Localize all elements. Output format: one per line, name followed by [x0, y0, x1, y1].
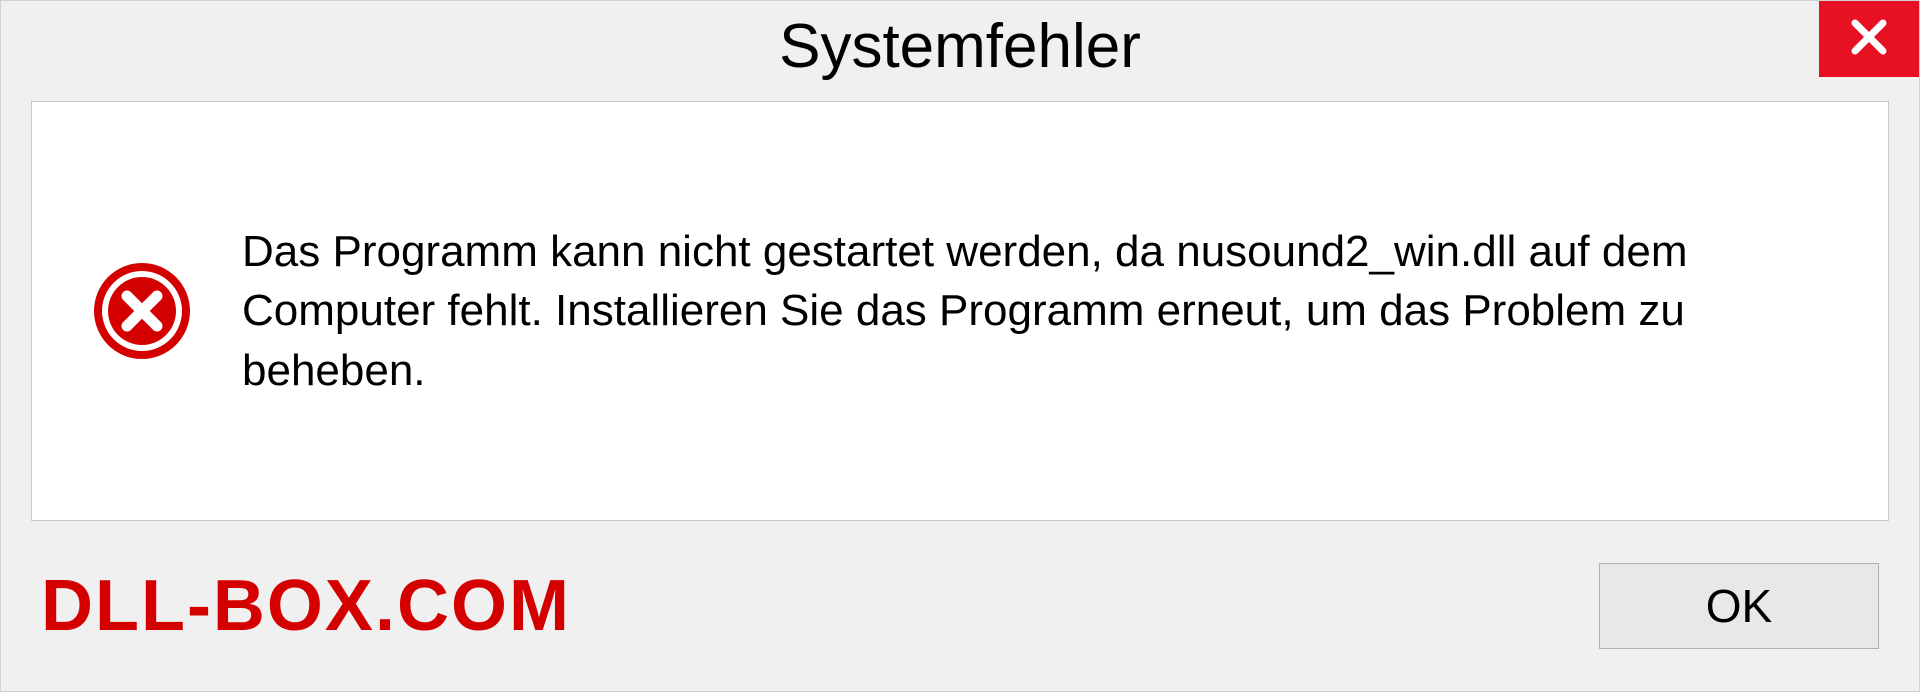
content-box: Das Programm kann nicht gestartet werden…: [31, 101, 1889, 521]
ok-button-label: OK: [1706, 579, 1772, 633]
titlebar: Systemfehler: [1, 1, 1919, 91]
dialog-title: Systemfehler: [779, 11, 1141, 82]
error-icon: [92, 261, 192, 361]
watermark-text: DLL-BOX.COM: [41, 565, 571, 647]
error-message: Das Programm kann nicht gestartet werden…: [242, 222, 1828, 400]
close-button[interactable]: [1819, 1, 1919, 77]
error-dialog: Systemfehler Das Programm kann nicht ges…: [0, 0, 1920, 692]
ok-button[interactable]: OK: [1599, 563, 1879, 649]
footer: DLL-BOX.COM OK: [1, 541, 1919, 691]
close-icon: [1848, 16, 1890, 63]
